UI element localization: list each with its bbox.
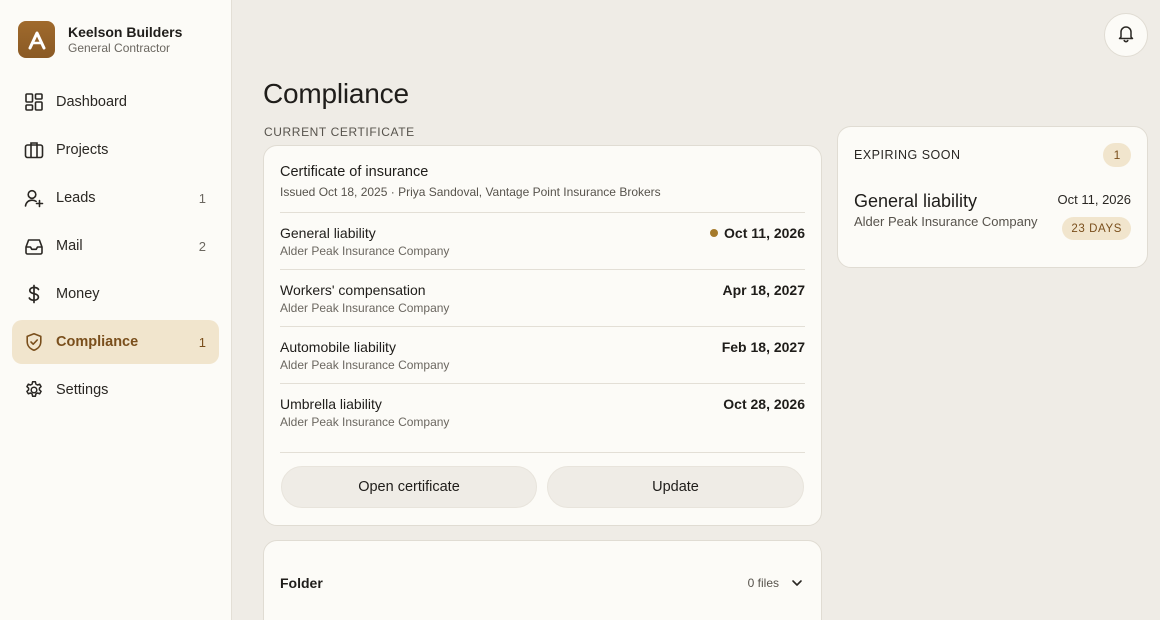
page-title: Compliance [263,78,409,109]
policy-name: General liability [280,225,376,241]
policy-row[interactable]: General liability Alder Peak Insurance C… [280,212,805,269]
sidebar-item-projects[interactable]: Projects [12,128,219,172]
expiring-policy-company: Alder Peak Insurance Company [854,214,1038,229]
policy-name: Workers' compensation [280,282,426,298]
inbox-icon [24,236,44,256]
open-certificate-button[interactable]: Open certificate [281,466,537,508]
expiring-count-badge: 1 [1103,143,1131,167]
sidebar-item-compliance[interactable]: Compliance 1 [12,320,219,364]
bell-icon [1116,23,1136,48]
policy-name: Automobile liability [280,339,396,355]
sidebar-item-label: Projects [56,142,109,158]
section-label: CURRENT CERTIFICATE [264,125,415,139]
sidebar-item-leads[interactable]: Leads 1 [12,176,219,220]
dollar-icon [24,284,44,304]
gear-icon [24,380,44,400]
dashboard-icon [24,92,44,112]
policy-company: Alder Peak Insurance Company [280,415,450,429]
briefcase-icon [24,140,44,160]
expiring-soon-card: EXPIRING SOON 1 General liability Alder … [837,126,1148,268]
sidebar-item-label: Compliance [56,334,139,350]
folder-title: Folder [280,575,323,591]
policy-date: Feb 18, 2027 [721,339,805,355]
policy-name: Umbrella liability [280,396,382,412]
policy-date: Oct 28, 2026 [723,396,805,412]
sidebar-item-label: Dashboard [56,94,127,110]
divider [280,452,805,453]
sidebar-item-mail[interactable]: Mail 2 [12,224,219,268]
expiring-policy-name[interactable]: General liability [854,191,977,212]
sidebar-item-label: Leads [56,190,96,206]
certificate-card: Certificate of insurance Issued Oct 18, … [263,145,822,526]
sidebar-item-count: 1 [198,334,206,350]
folder-count: 0 files [747,576,779,590]
chevron-down-icon[interactable] [789,575,805,591]
expiring-policy-date: Oct 11, 2026 [1057,192,1131,207]
policy-company: Alder Peak Insurance Company [280,358,450,372]
expiring-dot-icon [710,229,719,237]
notifications-button[interactable] [1104,13,1148,57]
sidebar-item-count: 2 [198,238,206,254]
shield-check-icon [24,332,44,352]
sidebar: Keelson Builders General Contractor Dash… [0,0,232,620]
sidebar-item-money[interactable]: Money [12,272,219,316]
policy-row[interactable]: Automobile liability Alder Peak Insuranc… [280,326,805,383]
policy-row[interactable]: Umbrella liability Alder Peak Insurance … [280,383,805,440]
update-button[interactable]: Update [547,466,804,508]
policy-company: Alder Peak Insurance Company [280,301,450,315]
certificate-meta: Issued Oct 18, 2025 · Priya Sandoval, Va… [280,185,661,199]
sidebar-item-count: 1 [198,190,206,206]
certificate-title: Certificate of insurance [280,164,429,180]
expiring-label: EXPIRING SOON [854,148,961,162]
days-remaining-badge: 23 DAYS [1062,217,1131,240]
sidebar-item-label: Mail [56,238,83,254]
user-plus-icon [24,188,44,208]
policy-date: Oct 11, 2026 [710,225,805,241]
a-logo-icon [18,21,55,58]
folder-card[interactable]: Folder 0 files [263,540,822,620]
sidebar-item-label: Settings [56,382,109,398]
sidebar-nav: Dashboard Projects Leads 1 Mail 2 Money … [12,80,219,416]
policy-date: Apr 18, 2027 [722,282,806,298]
sidebar-item-dashboard[interactable]: Dashboard [12,80,219,124]
brand[interactable]: Keelson Builders General Contractor [18,21,182,58]
sidebar-item-label: Money [56,286,100,302]
policy-date-text: Oct 11, 2026 [724,225,805,241]
sidebar-item-settings[interactable]: Settings [12,368,219,412]
policy-row[interactable]: Workers' compensation Alder Peak Insuran… [280,269,805,326]
brand-subtitle: General Contractor [68,41,171,55]
brand-name: Keelson Builders [68,24,183,40]
policy-company: Alder Peak Insurance Company [280,244,450,258]
